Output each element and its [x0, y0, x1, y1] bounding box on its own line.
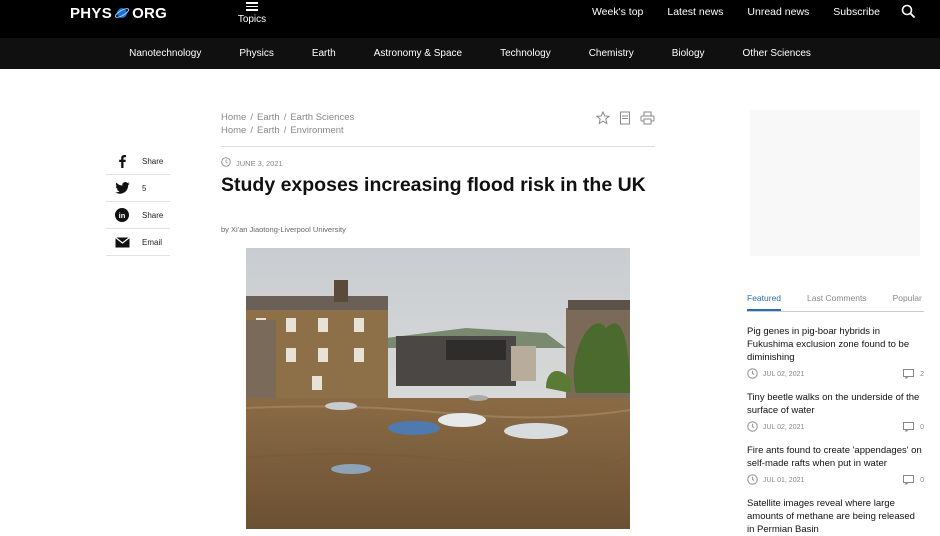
linkedin-share-button[interactable]: in Share [106, 202, 170, 229]
comment-count-value: 0 [920, 423, 924, 431]
twitter-icon [110, 182, 134, 194]
email-share-label: Email [142, 237, 163, 247]
divider [221, 146, 655, 147]
category-astronomy-space[interactable]: Astronomy & Space [355, 38, 481, 69]
article-byline: by Xi'an Jiaotong-Liverpool University [221, 225, 346, 234]
comment-count[interactable]: 2 [903, 369, 924, 379]
category-chemistry[interactable]: Chemistry [570, 38, 653, 69]
news-item[interactable]: Tiny beetle walks on the underside of th… [747, 391, 924, 433]
nav-weeks-top[interactable]: Week's top [592, 6, 643, 18]
menu-icon [246, 2, 258, 11]
news-headline[interactable]: Fire ants found to create 'appendages' o… [747, 444, 924, 470]
news-headline[interactable]: Tiny beetle walks on the underside of th… [747, 391, 924, 417]
facebook-icon [110, 154, 134, 168]
facebook-share-label: Share [142, 156, 164, 166]
clock-icon [221, 157, 231, 169]
linkedin-icon: in [110, 208, 134, 222]
category-physics[interactable]: Physics [220, 38, 292, 69]
category-other-sciences[interactable]: Other Sciences [724, 38, 830, 69]
comment-icon [903, 422, 915, 432]
news-headline[interactable]: Pig genes in pig-boar hybrids in Fukushi… [747, 325, 924, 364]
linkedin-share-label: Share [142, 210, 164, 220]
news-meta: JUL 02, 2021 0 [747, 420, 924, 434]
comment-count-value: 0 [920, 476, 924, 484]
news-date: JUL 02, 2021 [763, 423, 805, 431]
tab-popular[interactable]: Popular [893, 288, 922, 311]
article-date: JUNE 3, 2021 [221, 157, 283, 169]
comment-count-value: 2 [920, 370, 924, 378]
category-technology[interactable]: Technology [481, 38, 570, 69]
svg-text:in: in [119, 211, 126, 220]
clock-icon [747, 420, 758, 434]
twitter-share-button[interactable]: 5 [106, 175, 170, 202]
facebook-share-button[interactable]: Share [106, 148, 170, 175]
category-earth[interactable]: Earth [293, 38, 355, 69]
news-date: JUL 01, 2021 [763, 476, 805, 484]
comment-count[interactable]: 0 [903, 422, 924, 432]
news-item[interactable]: Fire ants found to create 'appendages' o… [747, 444, 924, 486]
breadcrumb-row: Home / Earth / Earth Sciences [221, 112, 355, 123]
news-headline[interactable]: Satellite images reveal where large amou… [747, 497, 924, 536]
top-nav: Week's top Latest news Unread news Subsc… [592, 6, 880, 18]
email-share-button[interactable]: Email [106, 229, 170, 256]
article-tools [595, 110, 655, 130]
news-date: JUL 02, 2021 [763, 370, 805, 378]
news-item[interactable]: Pig genes in pig-boar hybrids in Fukushi… [747, 325, 924, 380]
pdf-icon[interactable] [618, 111, 632, 130]
breadcrumb-earth[interactable]: Earth [257, 112, 280, 123]
top-bar: PHYS ORG Topics Week's top Latest news U… [0, 0, 940, 38]
twitter-share-count: 5 [142, 183, 147, 193]
breadcrumb-home[interactable]: Home [221, 125, 246, 136]
article-image-flooded-street[interactable] [246, 248, 630, 529]
email-icon [110, 236, 134, 248]
nav-latest-news[interactable]: Latest news [667, 6, 723, 18]
comment-icon [903, 475, 915, 485]
breadcrumb-environment[interactable]: Environment [290, 125, 343, 136]
tab-featured[interactable]: Featured [747, 288, 782, 311]
category-nav: Nanotechnology Physics Earth Astronomy &… [0, 38, 940, 69]
article-title: Study exposes increasing flood risk in t… [221, 174, 646, 196]
bookmark-star-icon[interactable] [595, 110, 611, 130]
share-panel: Share 5 in Share Email [106, 148, 170, 256]
clock-icon [747, 473, 758, 487]
breadcrumb-home[interactable]: Home [221, 112, 246, 123]
breadcrumb-earth-sciences[interactable]: Earth Sciences [290, 112, 354, 123]
category-biology[interactable]: Biology [653, 38, 724, 69]
advertisement-placeholder [750, 110, 920, 256]
search-icon[interactable] [901, 4, 916, 24]
print-icon[interactable] [640, 111, 655, 130]
topics-menu-button[interactable]: Topics [236, 0, 268, 25]
breadcrumb: Home / Earth / Earth Sciences Home / Earth / Env… [221, 111, 354, 137]
news-item[interactable]: Satellite images reveal where large amou… [747, 497, 924, 536]
article-date-text: JUNE 3, 2021 [236, 158, 283, 168]
topics-label: Topics [237, 13, 267, 25]
breadcrumb-earth[interactable]: Earth [257, 125, 280, 136]
breadcrumb-row: Home / Earth / Environment [221, 125, 344, 136]
nav-unread-news[interactable]: Unread news [747, 6, 809, 18]
category-nanotechnology[interactable]: Nanotechnology [110, 38, 220, 69]
logo-left-text: PHYS [70, 4, 113, 22]
nav-subscribe[interactable]: Subscribe [833, 6, 880, 18]
comment-icon [903, 369, 915, 379]
news-meta: JUL 02, 2021 2 [747, 367, 924, 381]
sidebar-tabs: Featured Last Comments Popular [747, 288, 924, 312]
logo-right-text: ORG [132, 4, 168, 22]
news-meta: JUL 01, 2021 0 [747, 473, 924, 487]
site-logo[interactable]: PHYS ORG [70, 3, 167, 23]
tab-last-comments[interactable]: Last Comments [807, 288, 867, 311]
comment-count[interactable]: 0 [903, 475, 924, 485]
logo-orb-icon [114, 5, 130, 21]
clock-icon [747, 367, 758, 381]
